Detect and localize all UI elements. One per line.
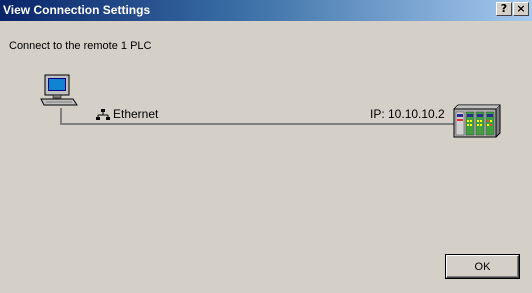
connection-settings-dialog: View Connection Settings ? × Connect to …	[0, 0, 532, 293]
connection-line	[60, 123, 460, 125]
window-title: View Connection Settings	[3, 3, 151, 17]
computer-icon	[40, 74, 80, 108]
connection-description: Connect to the remote 1 PLC	[9, 40, 152, 52]
ok-button[interactable]: OK	[446, 255, 519, 278]
help-button[interactable]: ?	[496, 2, 512, 16]
network-icon	[96, 108, 110, 120]
title-bar: View Connection Settings ? ×	[0, 0, 532, 21]
help-icon: ?	[500, 2, 508, 15]
ip-address-label: IP: 10.10.10.2	[370, 107, 445, 121]
network-type-label: Ethernet	[113, 107, 159, 121]
close-icon: ×	[516, 2, 526, 15]
close-button[interactable]: ×	[513, 2, 529, 16]
plc-icon	[452, 103, 502, 141]
